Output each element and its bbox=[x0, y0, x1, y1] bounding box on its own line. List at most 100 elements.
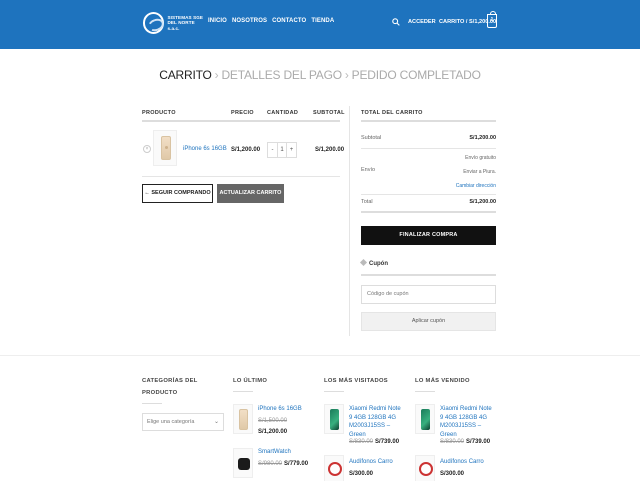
headphones-image bbox=[419, 462, 433, 476]
product-price: S/300.00 bbox=[349, 471, 374, 477]
product-link[interactable]: SmartWatch bbox=[258, 448, 306, 457]
product-thumbnail[interactable] bbox=[233, 448, 253, 478]
product-subtotal: S/1,200.00 bbox=[315, 147, 345, 153]
phone-image bbox=[330, 409, 339, 430]
search-icon[interactable] bbox=[392, 18, 400, 26]
col-header-product: PRODUCTO bbox=[142, 110, 176, 116]
col-header-price: PRECIO bbox=[231, 110, 254, 116]
site-header: SISTEMAS SGE DEL NORTE s.a.c. INICIO NOS… bbox=[0, 0, 640, 49]
product-price: S/779.00 bbox=[284, 461, 309, 467]
category-select[interactable]: Elige una categoría ⌄ bbox=[142, 413, 224, 431]
checkout-button[interactable]: FINALIZAR COMPRA bbox=[361, 226, 496, 245]
category-select-value: Elige una categoría bbox=[147, 419, 195, 425]
product-link[interactable]: Xiaomi Redmi Note 9 4GB 128GB 4G M2003J1… bbox=[349, 405, 403, 439]
product-price-row: S/830.00 S/739.00 bbox=[349, 439, 399, 445]
total-value: S/1,200.00 bbox=[469, 199, 496, 205]
widget-title-best-sellers: LO MÁS VENDIDO bbox=[415, 378, 470, 384]
step-billing[interactable]: DETALLES DEL PAGO bbox=[221, 68, 342, 82]
widget-rule bbox=[324, 391, 344, 392]
product-thumbnail[interactable] bbox=[415, 404, 435, 434]
product-link[interactable]: Audífonos Carro bbox=[349, 458, 403, 467]
footer-widgets bbox=[0, 355, 640, 481]
widget-title-latest: LO ÚLTIMO bbox=[233, 378, 268, 384]
checkout-steps: CARRITO › DETALLES DEL PAGO › PEDIDO COMPLET… bbox=[0, 68, 640, 82]
qty-decrease-button[interactable]: - bbox=[268, 143, 277, 157]
continue-shopping-button[interactable]: ← SEGUIR COMPRANDO bbox=[142, 184, 213, 203]
logo-text: SISTEMAS SGE DEL NORTE s.a.c. bbox=[167, 15, 207, 32]
product-old-price: S/830.00 bbox=[349, 439, 374, 445]
chevron-right-icon: › bbox=[214, 68, 219, 82]
total-label: Total bbox=[361, 199, 373, 205]
coupon-heading: Cupón bbox=[359, 258, 388, 267]
qty-increase-button[interactable]: + bbox=[287, 143, 296, 157]
product-price: S/300.00 bbox=[440, 471, 465, 477]
logo-icon bbox=[143, 12, 165, 34]
widget-title-line1: CATEGORÍAS DEL bbox=[142, 378, 198, 384]
product-price: S/1,200.00 bbox=[231, 147, 261, 153]
product-link[interactable]: Xiaomi Redmi Note 9 4GB 128GB 4G M2003J1… bbox=[440, 405, 496, 439]
totals-header-divider bbox=[361, 120, 496, 122]
chevron-down-icon: ⌄ bbox=[213, 419, 219, 425]
product-price: S/739.00 bbox=[466, 439, 491, 445]
product-old-price: S/830.00 bbox=[440, 439, 465, 445]
chevron-right-icon: › bbox=[344, 68, 349, 82]
shipping-label: Envío bbox=[361, 167, 376, 173]
product-thumbnail[interactable] bbox=[153, 130, 177, 166]
product-thumbnail[interactable] bbox=[233, 404, 253, 434]
widget-title-line2: PRODUCTO bbox=[142, 390, 178, 396]
quantity-stepper: - 1 + bbox=[267, 142, 297, 158]
logo-line2: DEL NORTE s.a.c. bbox=[167, 20, 195, 31]
cart-totals-title: TOTAL DEL CARRITO bbox=[361, 110, 423, 116]
product-thumbnail[interactable] bbox=[415, 455, 435, 481]
phone-image bbox=[161, 136, 171, 160]
row-divider bbox=[142, 176, 340, 177]
product-price: S/1,200.00 bbox=[258, 429, 288, 435]
product-thumbnail[interactable] bbox=[324, 455, 344, 481]
total-divider bbox=[361, 211, 496, 213]
table-header-divider bbox=[142, 120, 340, 122]
phone-image bbox=[421, 409, 430, 430]
cart-bag-icon[interactable]: 1 bbox=[487, 11, 497, 28]
col-header-subtotal: SUBTOTAL bbox=[313, 110, 345, 116]
nav-inicio[interactable]: INICIO bbox=[208, 18, 227, 24]
headphones-image bbox=[328, 462, 342, 476]
site-logo[interactable]: SISTEMAS SGE DEL NORTE s.a.c. bbox=[143, 11, 207, 35]
nav-tienda[interactable]: TIENDA bbox=[311, 18, 334, 24]
widget-title-most-viewed: LOS MÁS VISITADOS bbox=[324, 378, 388, 384]
totals-divider bbox=[361, 194, 496, 195]
product-name-link[interactable]: iPhone 6s 16GB bbox=[183, 146, 227, 152]
login-link[interactable]: ACCEDER bbox=[408, 19, 436, 25]
qty-input[interactable]: 1 bbox=[277, 143, 287, 157]
remove-item-button[interactable]: × bbox=[143, 145, 151, 153]
watch-image bbox=[238, 458, 250, 470]
product-old-price: S/1,500.00 bbox=[258, 418, 288, 424]
nav-nosotros[interactable]: NOSOTROS bbox=[232, 18, 267, 24]
change-address-link[interactable]: Cambiar dirección bbox=[456, 183, 496, 189]
product-link[interactable]: Audífonos Carro bbox=[440, 458, 496, 467]
product-price-row: S/830.00 S/739.00 bbox=[440, 439, 490, 445]
product-price-row: S/980.00 S/779.00 bbox=[258, 461, 308, 467]
subtotal-label: Subtotal bbox=[361, 135, 382, 141]
step-cart[interactable]: CARRITO bbox=[159, 68, 212, 82]
apply-coupon-button[interactable]: Aplicar cupón bbox=[361, 312, 496, 331]
widget-rule bbox=[142, 403, 162, 404]
main-nav: INICIO NOSOTROS CONTACTO TIENDA bbox=[208, 18, 334, 24]
col-header-quantity: CANTIDAD bbox=[267, 110, 299, 116]
step-complete: PEDIDO COMPLETADO bbox=[351, 68, 481, 82]
nav-contacto[interactable]: CONTACTO bbox=[272, 18, 306, 24]
product-link[interactable]: iPhone 6s 16GB bbox=[258, 405, 306, 414]
update-cart-button[interactable]: ACTUALIZAR CARRITO bbox=[217, 184, 284, 203]
tag-icon bbox=[359, 258, 368, 267]
phone-image bbox=[239, 409, 248, 430]
widget-rule bbox=[233, 391, 253, 392]
product-thumbnail[interactable] bbox=[324, 404, 344, 434]
shipping-destination: Enviar a Piura. bbox=[463, 169, 496, 175]
widget-rule bbox=[415, 391, 435, 392]
widget-title-categories: CATEGORÍAS DEL PRODUCTO bbox=[142, 375, 198, 399]
coupon-divider bbox=[361, 274, 496, 276]
product-old-price: S/980.00 bbox=[258, 461, 283, 467]
totals-divider bbox=[361, 148, 496, 149]
column-divider bbox=[349, 106, 350, 336]
shipping-method: Envío gratuito bbox=[465, 155, 496, 161]
coupon-code-input[interactable]: Código de cupón bbox=[361, 285, 496, 304]
